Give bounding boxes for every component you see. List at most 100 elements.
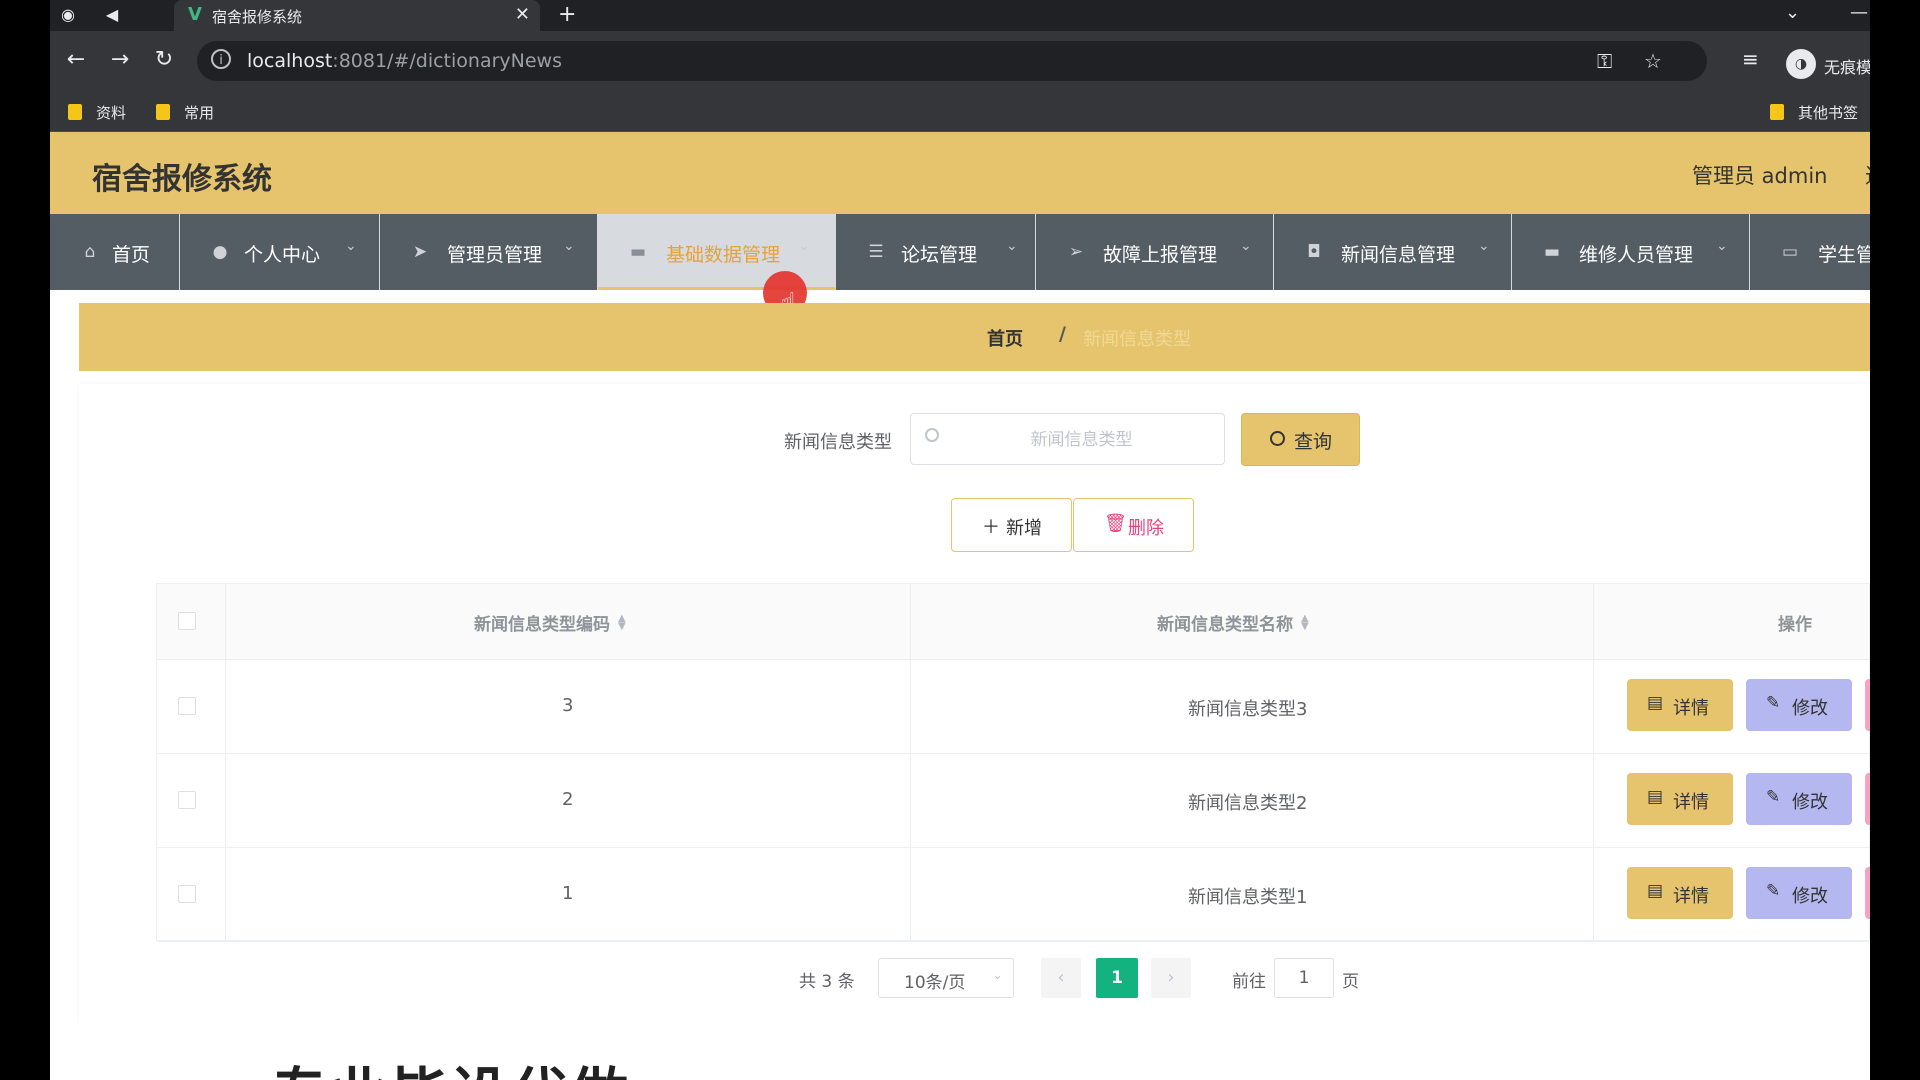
- address-bar[interactable]: i localhost:8081/#/dictionaryNews ⚿ ☆: [197, 41, 1707, 81]
- trash-icon: 🗑: [1104, 513, 1127, 533]
- detail-button[interactable]: ▤ 详情: [1627, 773, 1733, 825]
- row-checkbox[interactable]: [178, 885, 196, 903]
- sort-icon[interactable]: ▲ ▼: [1301, 614, 1309, 632]
- edit-button-label: 修改: [1792, 792, 1828, 813]
- nav-item[interactable]: ● 个人中心 ⌄: [180, 214, 380, 290]
- reload-icon[interactable]: ↻: [150, 47, 178, 72]
- chevron-down-icon: ⌄: [1716, 238, 1728, 254]
- mute-icon[interactable]: ◀: [100, 3, 124, 27]
- add-button[interactable]: ＋ 新增: [951, 498, 1072, 552]
- delete-button-label: 删除: [1128, 518, 1164, 538]
- browser-menu-icon[interactable]: ◉: [56, 3, 80, 27]
- search-box[interactable]: [910, 413, 1225, 465]
- goto-page-input[interactable]: 1: [1274, 958, 1334, 998]
- browser-viewport: ◉ ◀ V 宿舍报修系统 ✕ + ⌄ — ← → ↻ i localhost:8…: [50, 0, 1870, 1080]
- nav-item-label: 首页: [112, 244, 151, 266]
- cell-code: 3: [562, 695, 574, 716]
- detail-button-label: 详情: [1673, 886, 1709, 907]
- nav-item-label: 故障上报管理: [1103, 244, 1218, 266]
- search-input[interactable]: [947, 422, 1216, 458]
- goto-label: 前往: [1232, 972, 1266, 992]
- column-header-code[interactable]: 新闻信息类型编码 ▲ ▼: [474, 610, 626, 636]
- user-label: 管理员 admin: [1692, 164, 1828, 188]
- detail-button[interactable]: ▤ 详情: [1627, 867, 1733, 919]
- url-host: localhost: [247, 50, 333, 72]
- app-title: 宿舍报修系统: [92, 162, 272, 197]
- cell-name: 新闻信息类型1: [1188, 887, 1308, 908]
- bookmark-label: 常用: [184, 104, 215, 122]
- breadcrumb-current: 新闻信息类型: [1083, 329, 1191, 350]
- browser-tab[interactable]: V 宿舍报修系统 ✕: [174, 0, 540, 31]
- chat-icon: ▭: [1781, 242, 1799, 262]
- nav-item[interactable]: ☰ 论坛管理 ⌄: [836, 214, 1036, 290]
- nav-item-label: 管理员管理: [447, 244, 543, 266]
- row-checkbox[interactable]: [178, 791, 196, 809]
- delete-button[interactable]: 🗑 删除: [1073, 498, 1194, 552]
- row-delete-button[interactable]: 🗑删: [1865, 773, 1870, 825]
- tab-title: 宿舍报修系统: [212, 8, 303, 26]
- row-delete-button[interactable]: 🗑删: [1865, 679, 1870, 731]
- new-tab-icon[interactable]: +: [558, 2, 576, 27]
- forward-arrow-icon[interactable]: →: [106, 47, 134, 72]
- edit-button[interactable]: ✎ 修改: [1746, 867, 1852, 919]
- bookmark-folder[interactable]: 资料: [68, 102, 126, 123]
- nav-item-label: 维修人员管理: [1579, 244, 1694, 266]
- cell-name: 新闻信息类型3: [1188, 699, 1308, 720]
- nav-item[interactable]: ◘ 新闻信息管理 ⌄: [1274, 214, 1512, 290]
- minimize-icon[interactable]: —: [1850, 2, 1868, 23]
- document-icon: ▤: [1647, 693, 1664, 713]
- page-number-current[interactable]: 1: [1096, 958, 1138, 998]
- nav-item[interactable]: ➢ 故障上报管理 ⌄: [1036, 214, 1274, 290]
- query-button[interactable]: 查询: [1241, 413, 1360, 466]
- watermark-overlay-text: 专业毕设代做: [270, 1048, 630, 1080]
- select-all-checkbox[interactable]: [178, 612, 196, 630]
- pencil-icon: ✎: [1766, 787, 1781, 807]
- edit-button-label: 修改: [1792, 886, 1828, 907]
- nav-item[interactable]: ➤ 管理员管理 ⌄: [380, 214, 598, 290]
- nav-item[interactable]: ▬ 维修人员管理 ⌄: [1512, 214, 1750, 290]
- breadcrumb-separator: /: [1059, 323, 1066, 345]
- bookmark-folder[interactable]: 常用: [156, 102, 214, 123]
- camera-icon: ◘: [1307, 242, 1321, 262]
- tab-close-icon[interactable]: ✕: [515, 4, 530, 25]
- edit-button-label: 修改: [1792, 698, 1828, 719]
- edit-button[interactable]: ✎ 修改: [1746, 773, 1852, 825]
- row-checkbox[interactable]: [178, 697, 196, 715]
- reading-list-icon[interactable]: ≡: [1742, 47, 1759, 71]
- tab-search-chevron-icon[interactable]: ⌄: [1785, 2, 1800, 23]
- logout-link[interactable]: 退: [1865, 160, 1870, 190]
- browser-toolbar: ← → ↻ i localhost:8081/#/dictionaryNews …: [50, 31, 1870, 93]
- site-info-icon[interactable]: i: [211, 49, 231, 69]
- back-arrow-icon[interactable]: ←: [62, 47, 90, 72]
- app-header: 宿舍报修系统 管理员 admin 退: [50, 132, 1870, 214]
- nav-item[interactable]: ⌂ 首页: [50, 214, 180, 290]
- breadcrumb-home[interactable]: 首页: [987, 325, 1023, 351]
- page-size-select[interactable]: 10条/页 ⌄: [878, 958, 1014, 998]
- nav-item-label: 个人中心: [244, 244, 321, 266]
- star-icon[interactable]: ☆: [1644, 49, 1662, 73]
- detail-button-label: 详情: [1673, 792, 1709, 813]
- monitor-icon: ▬: [1543, 242, 1561, 262]
- key-icon[interactable]: ⚿: [1597, 49, 1612, 73]
- column-header-name[interactable]: 新闻信息类型名称 ▲ ▼: [1157, 610, 1309, 636]
- sort-icon[interactable]: ▲ ▼: [618, 614, 626, 632]
- query-button-label: 查询: [1294, 432, 1333, 453]
- cell-name: 新闻信息类型2: [1188, 793, 1308, 814]
- next-page-button[interactable]: ›: [1151, 958, 1191, 998]
- browser-tab-bar: ◉ ◀ V 宿舍报修系统 ✕ + ⌄ —: [50, 0, 1870, 31]
- pencil-icon: ✎: [1766, 881, 1781, 901]
- prev-page-button[interactable]: ‹: [1041, 958, 1081, 998]
- table-row: 1 新闻信息类型1 ▤ 详情 ✎ 修改 🗑删: [157, 847, 1870, 942]
- table-row: 3 新闻信息类型3 ▤ 详情 ✎ 修改 🗑删: [157, 659, 1870, 754]
- detail-button[interactable]: ▤ 详情: [1627, 679, 1733, 731]
- navigation-icon: ➢: [1068, 242, 1084, 262]
- nav-item[interactable]: ▭ 学生管: [1750, 214, 1870, 290]
- other-bookmarks[interactable]: 其他书签: [1770, 102, 1858, 123]
- row-delete-button[interactable]: 🗑删: [1865, 867, 1870, 919]
- edit-button[interactable]: ✎ 修改: [1746, 679, 1852, 731]
- monitor-icon: ▬: [629, 242, 647, 262]
- chevron-down-icon: ⌄: [345, 238, 357, 254]
- address-url[interactable]: localhost:8081/#/dictionaryNews: [247, 50, 562, 72]
- column-header-actions: 操作: [1778, 615, 1812, 635]
- folder-icon: [1770, 104, 1784, 120]
